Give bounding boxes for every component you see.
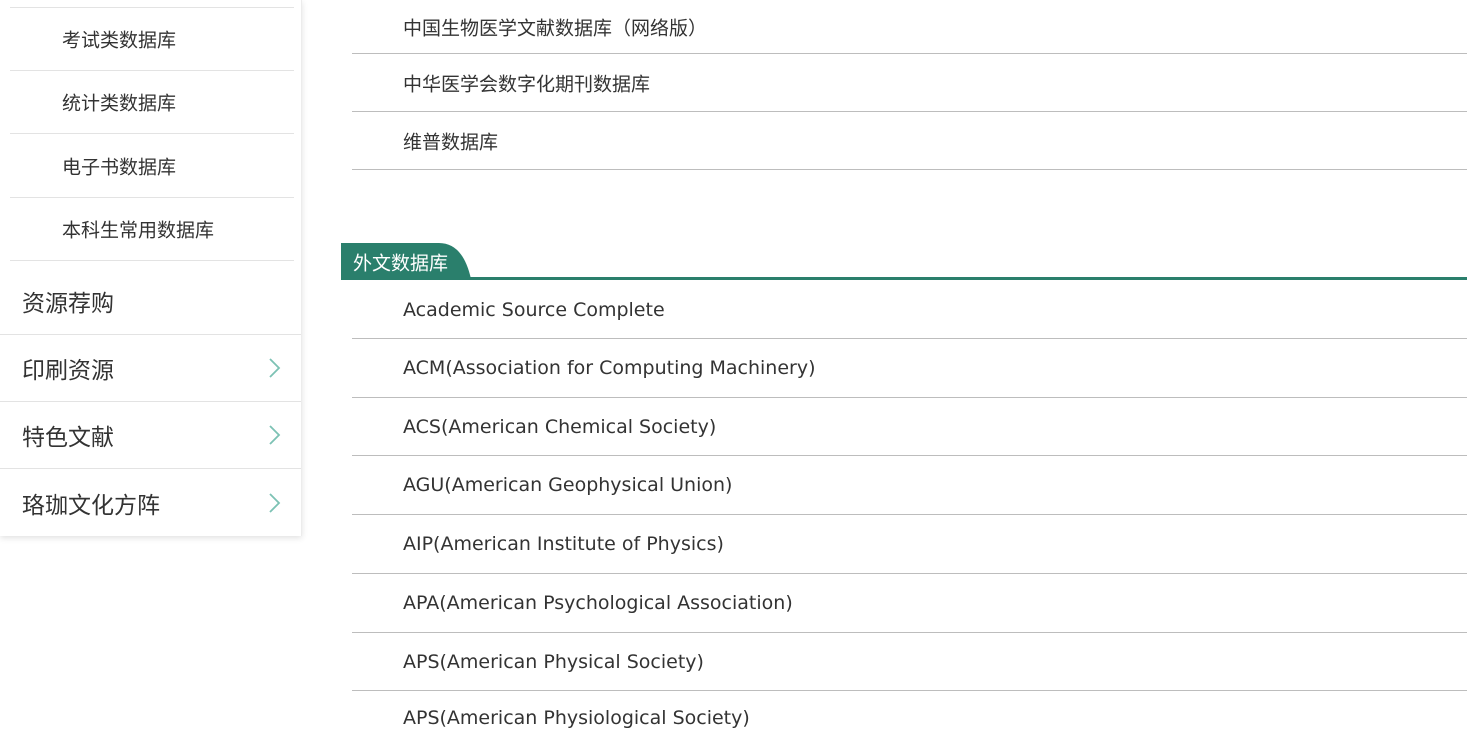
database-link[interactable]: 中华医学会数字化期刊数据库 xyxy=(352,54,1467,112)
database-link[interactable]: APS(American Physical Society) xyxy=(352,633,1467,691)
sidebar-subitem-label: 考试类数据库 xyxy=(62,29,177,52)
sidebar-subitem-statistics-databases[interactable]: 统计类数据库 xyxy=(10,71,294,134)
sidebar-subitem-label: 电子书数据库 xyxy=(62,156,177,179)
database-link-label: 维普数据库 xyxy=(403,131,499,153)
sidebar-item-luojia-culture[interactable]: 珞珈文化方阵 xyxy=(0,469,301,536)
section-underline xyxy=(341,277,1467,280)
database-link-label: Academic Source Complete xyxy=(403,298,665,321)
sidebar: 考试类数据库 统计类数据库 电子书数据库 本科生常用数据库 资源荐购 印刷资源 … xyxy=(0,0,302,536)
section-header-foreign-databases: 外文数据库 xyxy=(341,243,1467,280)
database-link-label: ACS(American Chemical Society) xyxy=(403,415,717,438)
database-link[interactable]: ACS(American Chemical Society) xyxy=(352,398,1467,456)
page: 考试类数据库 统计类数据库 电子书数据库 本科生常用数据库 资源荐购 印刷资源 … xyxy=(0,0,1467,745)
database-link[interactable]: Academic Source Complete xyxy=(352,281,1467,339)
database-link[interactable]: APS(American Physiological Society) xyxy=(352,691,1467,745)
sidebar-subitem-ebook-databases[interactable]: 电子书数据库 xyxy=(10,135,294,198)
database-link-label: ACM(Association for Computing Machinery) xyxy=(403,357,816,379)
database-link[interactable]: AGU(American Geophysical Union) xyxy=(352,456,1467,515)
chevron-right-icon xyxy=(269,358,281,378)
sidebar-item-label: 特色文献 xyxy=(22,425,114,451)
sidebar-item-special-literature[interactable]: 特色文献 xyxy=(0,402,301,469)
database-link-label: 中国生物医学文献数据库（网络版） xyxy=(403,17,708,39)
sidebar-subitem-exam-databases[interactable]: 考试类数据库 xyxy=(10,8,294,71)
database-link[interactable]: APA(American Psychological Association) xyxy=(352,574,1467,633)
database-link-label: APS(American Physiological Society) xyxy=(403,707,750,729)
database-link[interactable]: 维普数据库 xyxy=(352,112,1467,170)
database-content: 中国生物医学文献数据库（网络版） 中华医学会数字化期刊数据库 维普数据库 外文数… xyxy=(316,0,1467,745)
chevron-right-icon xyxy=(269,425,281,445)
database-link-label: AGU(American Geophysical Union) xyxy=(403,474,733,496)
database-link-label: APS(American Physical Society) xyxy=(403,650,704,673)
database-link-label: AIP(American Institute of Physics) xyxy=(403,533,724,555)
section-title: 外文数据库 xyxy=(353,252,449,274)
sidebar-subitem-undergraduate-databases[interactable]: 本科生常用数据库 xyxy=(10,198,294,261)
chevron-right-icon xyxy=(269,492,281,513)
database-link-label: 中华医学会数字化期刊数据库 xyxy=(403,73,651,95)
sidebar-item-label: 资源荐购 xyxy=(22,291,114,317)
sidebar-subitem-label: 本科生常用数据库 xyxy=(62,219,215,242)
database-link[interactable]: 中国生物医学文献数据库（网络版） xyxy=(352,0,1467,54)
sidebar-item-resource-recommendation[interactable]: 资源荐购 xyxy=(0,268,301,335)
database-link[interactable]: ACM(Association for Computing Machinery) xyxy=(352,339,1467,398)
sidebar-item-label: 印刷资源 xyxy=(22,358,114,384)
sidebar-subitem-label: 统计类数据库 xyxy=(62,92,177,115)
sidebar-item-print-resources[interactable]: 印刷资源 xyxy=(0,335,301,402)
database-link-label: APA(American Psychological Association) xyxy=(403,592,793,614)
database-link[interactable]: AIP(American Institute of Physics) xyxy=(352,515,1467,574)
sidebar-item-label: 珞珈文化方阵 xyxy=(22,492,160,519)
